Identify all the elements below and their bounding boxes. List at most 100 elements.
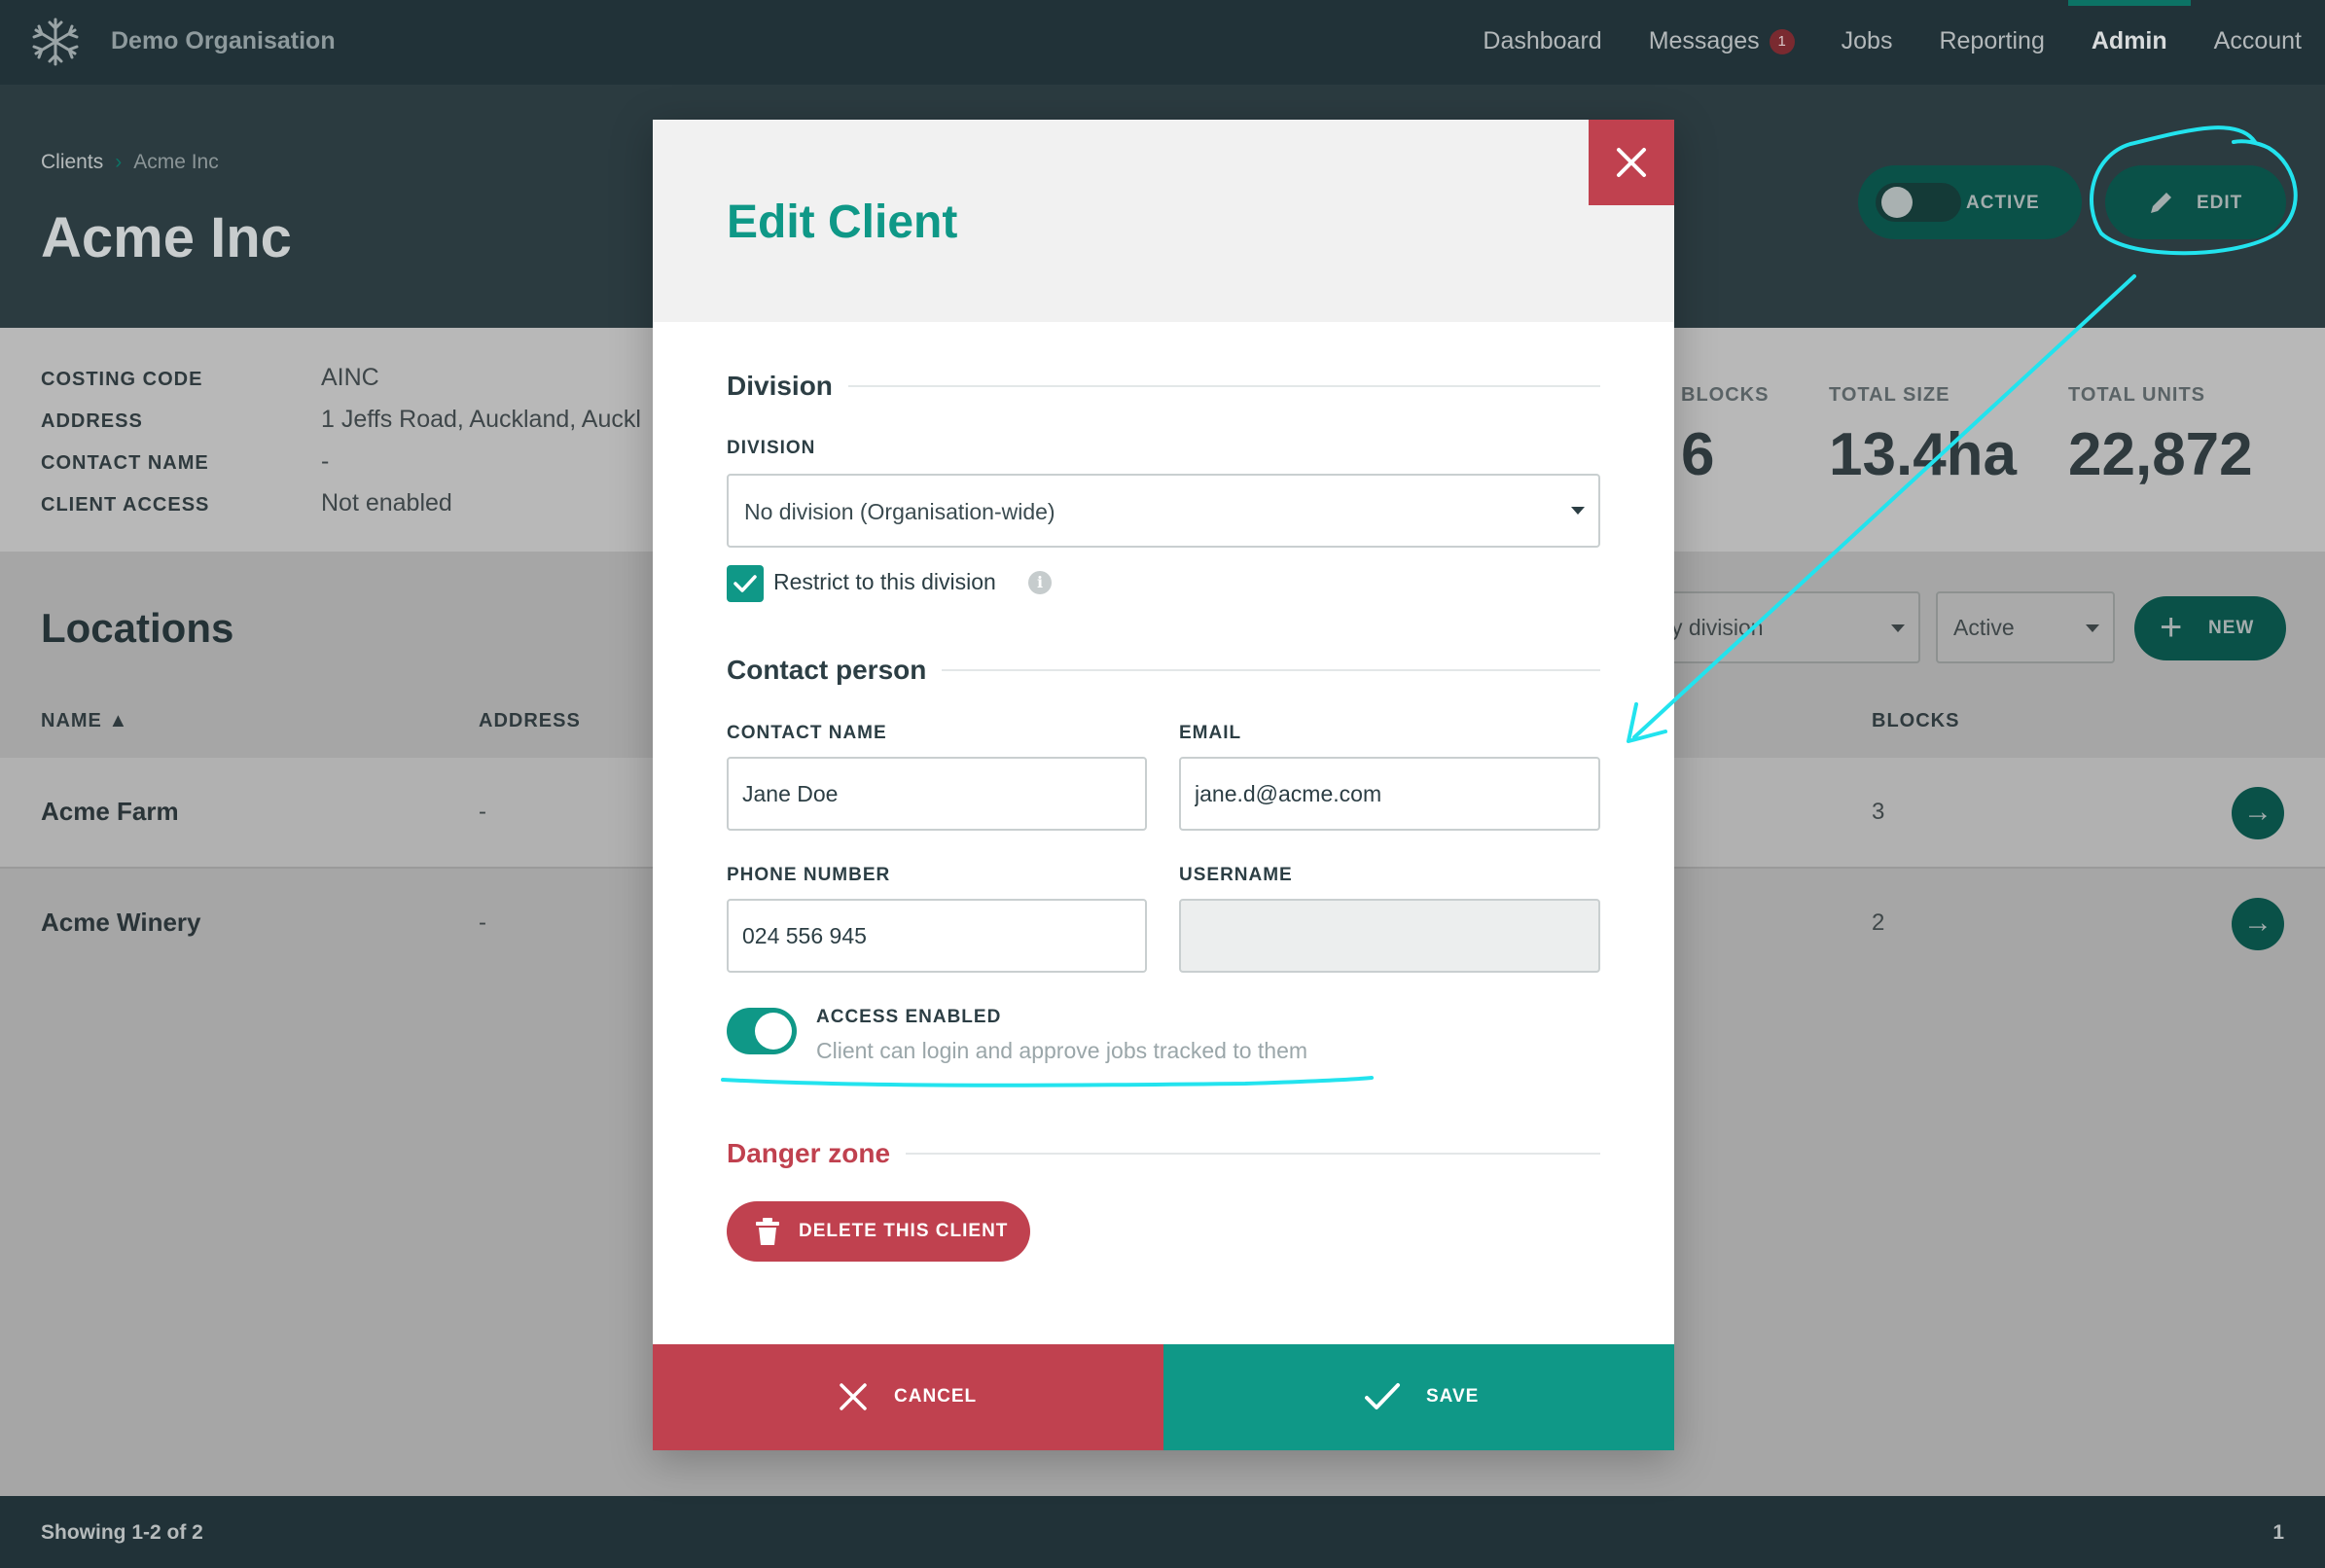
division-filter-select[interactable]: y division xyxy=(1654,591,1920,663)
active-toggle-button[interactable]: ACTIVE xyxy=(1858,165,2082,239)
new-label: NEW xyxy=(2208,618,2255,638)
access-enabled-label: ACCESS ENABLED xyxy=(816,1007,1002,1027)
checkmark-icon xyxy=(733,575,757,592)
messages-count-badge: 1 xyxy=(1769,29,1795,54)
costing-code-row: COSTING CODE AINC xyxy=(41,364,379,392)
info-icon[interactable]: i xyxy=(1028,571,1052,594)
toggle-knob xyxy=(755,1013,792,1050)
nav-account[interactable]: Account xyxy=(2191,0,2325,85)
modal-header: Edit Client xyxy=(653,120,1674,322)
page-title: Acme Inc xyxy=(41,206,292,269)
location-name: Acme Farm xyxy=(41,797,179,826)
save-label: SAVE xyxy=(1426,1386,1480,1407)
division-label: DIVISION xyxy=(727,438,816,458)
contact-section-heading: Contact person xyxy=(727,655,1600,686)
costing-code-value: AINC xyxy=(321,364,379,391)
nav-admin[interactable]: Admin xyxy=(2067,0,2191,85)
stat-blocks: BLOCKS 6 xyxy=(1681,384,1769,489)
edit-label: EDIT xyxy=(2197,193,2243,213)
location-blocks: 2 xyxy=(1872,909,1885,936)
location-name: Acme Winery xyxy=(41,908,201,937)
nav-messages[interactable]: Messages 1 xyxy=(1626,0,1818,85)
status-filter-select[interactable]: Active xyxy=(1936,591,2115,663)
contact-name-field[interactable] xyxy=(727,757,1147,831)
nav-jobs[interactable]: Jobs xyxy=(1818,0,1916,85)
contact-name-value: - xyxy=(321,447,330,475)
chevron-down-icon xyxy=(1571,507,1585,515)
column-header-address[interactable]: ADDRESS xyxy=(479,710,581,732)
nav-reporting[interactable]: Reporting xyxy=(1915,0,2067,85)
stat-blocks-label: BLOCKS xyxy=(1681,384,1770,406)
active-label: ACTIVE xyxy=(1966,193,2040,213)
stat-total-units-label: TOTAL UNITS xyxy=(2068,384,2205,406)
close-icon xyxy=(1617,148,1646,177)
edit-button[interactable]: EDIT xyxy=(2105,165,2286,239)
location-address: - xyxy=(479,909,486,936)
email-field-label: EMAIL xyxy=(1179,723,1242,743)
stat-total-size-label: TOTAL SIZE xyxy=(1829,384,1950,406)
checkmark-icon xyxy=(1365,1383,1400,1409)
breadcrumb-clients-link[interactable]: Clients xyxy=(41,151,103,173)
username-field[interactable] xyxy=(1179,899,1600,973)
organisation-name[interactable]: Demo Organisation xyxy=(111,27,336,55)
phone-number-field[interactable] xyxy=(727,899,1147,973)
close-icon xyxy=(840,1383,867,1410)
contact-section-title: Contact person xyxy=(727,655,927,685)
section-divider xyxy=(942,669,1600,671)
division-select[interactable]: No division (Organisation-wide) xyxy=(727,474,1600,548)
breadcrumb-current: Acme Inc xyxy=(133,151,219,173)
arrow-right-icon[interactable]: → xyxy=(2232,898,2284,950)
active-switch xyxy=(1876,183,1961,222)
cancel-label: CANCEL xyxy=(894,1386,978,1407)
contact-name-field-label: CONTACT NAME xyxy=(727,723,887,743)
pagination-footer: Showing 1-2 of 2 1 xyxy=(0,1496,2325,1568)
stat-total-size-value: 13.4ha xyxy=(1829,421,2018,488)
address-label: ADDRESS xyxy=(41,410,143,432)
pencil-icon xyxy=(2151,193,2171,213)
stat-total-units-value: 22,872 xyxy=(2068,421,2253,488)
danger-zone-heading: Danger zone xyxy=(727,1138,1600,1169)
arrow-right-icon[interactable]: → xyxy=(2232,787,2284,839)
new-location-button[interactable]: + NEW xyxy=(2134,596,2286,660)
access-enabled-toggle[interactable] xyxy=(727,1008,797,1054)
locations-heading: Locations xyxy=(41,605,234,651)
top-navigation: Demo Organisation Dashboard Messages 1 Jo… xyxy=(0,0,2325,85)
close-button[interactable] xyxy=(1589,120,1674,205)
nav-messages-label: Messages xyxy=(1648,27,1760,54)
chevron-down-icon xyxy=(1891,624,1905,632)
email-field[interactable] xyxy=(1179,757,1600,831)
stat-total-size: TOTAL SIZE 13.4ha xyxy=(1829,384,2017,489)
client-access-label: CLIENT ACCESS xyxy=(41,494,210,516)
division-section-heading: Division xyxy=(727,371,1600,402)
nav-dashboard[interactable]: Dashboard xyxy=(1459,0,1625,85)
nav-links: Dashboard Messages 1 Jobs Reporting Admin… xyxy=(1459,0,2325,85)
column-header-blocks[interactable]: BLOCKS xyxy=(1872,710,1959,732)
snowflake-logo-icon[interactable] xyxy=(29,16,82,68)
costing-code-label: COSTING CODE xyxy=(41,369,203,390)
chevron-down-icon xyxy=(2086,624,2099,632)
edit-client-modal: Edit Client Division DIVISION No divisio… xyxy=(653,120,1674,1450)
access-enabled-description: Client can login and approve jobs tracke… xyxy=(816,1038,1308,1063)
save-button[interactable]: SAVE xyxy=(1163,1344,1674,1450)
breadcrumb: Clients › Acme Inc xyxy=(41,151,219,174)
trash-icon xyxy=(756,1218,779,1245)
division-filter-value: y division xyxy=(1671,615,1764,640)
stat-total-units: TOTAL UNITS 22,872 xyxy=(2068,384,2253,489)
page-number[interactable]: 1 xyxy=(2272,1521,2284,1545)
username-field-label: USERNAME xyxy=(1179,865,1293,885)
restrict-division-checkbox[interactable] xyxy=(727,565,764,602)
section-divider xyxy=(847,385,1600,387)
restrict-division-label[interactable]: Restrict to this division xyxy=(773,569,996,595)
contact-name-label: CONTACT NAME xyxy=(41,452,209,474)
stat-blocks-value: 6 xyxy=(1681,421,1715,488)
switch-knob xyxy=(1881,187,1913,218)
phone-field-label: PHONE NUMBER xyxy=(727,865,891,885)
plus-icon: + xyxy=(2160,606,2183,649)
division-section-title: Division xyxy=(727,371,833,401)
showing-count: Showing 1-2 of 2 xyxy=(41,1521,203,1544)
cancel-button[interactable]: CANCEL xyxy=(653,1344,1163,1450)
location-address: - xyxy=(479,799,486,825)
column-header-name[interactable]: NAME ▲ xyxy=(41,710,128,732)
division-select-value: No division (Organisation-wide) xyxy=(744,499,1055,524)
delete-client-button[interactable]: DELETE THIS CLIENT xyxy=(727,1201,1030,1262)
